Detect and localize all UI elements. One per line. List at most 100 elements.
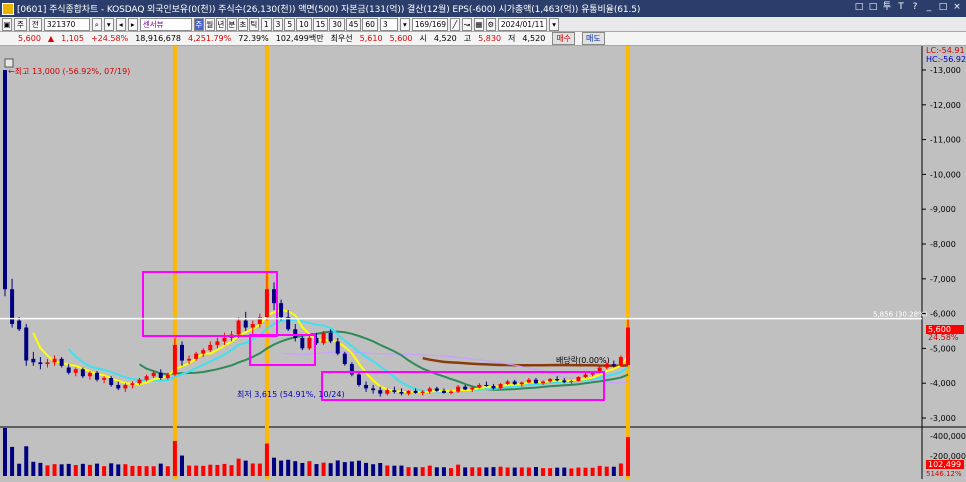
interval-button-5[interactable]: 5 — [284, 17, 296, 31]
interval-button-45[interactable]: 45 — [345, 17, 362, 31]
chevron-down-icon[interactable]: ▾ — [103, 17, 114, 31]
volume-bar — [130, 465, 135, 476]
volume-bar — [484, 467, 489, 476]
dropdown-icon[interactable]: ▾ — [399, 17, 410, 31]
window-button-4[interactable]: ? — [910, 2, 920, 13]
volume-bar — [59, 464, 64, 476]
volume-bar — [399, 465, 404, 476]
count-field[interactable]: 169/169 — [411, 17, 448, 31]
interval-input[interactable]: 3 — [379, 17, 398, 31]
period-tab-2[interactable]: 년 — [215, 17, 226, 31]
volume-bar — [102, 466, 107, 476]
interval-button-15[interactable]: 15 — [312, 17, 329, 31]
candle-body — [201, 350, 206, 354]
period-tabs: 주월년분초틱 — [193, 17, 259, 31]
prev-stock-icon[interactable]: ◂ — [115, 17, 126, 31]
volume-bar — [463, 467, 468, 476]
candle-body — [406, 390, 411, 394]
window-button-1[interactable]: □ — [868, 2, 878, 13]
buy-button[interactable]: 매수 — [552, 32, 576, 45]
period-tab-0[interactable]: 주 — [193, 17, 204, 31]
volume-bar — [279, 460, 284, 476]
y-tick-label: -3,000 — [930, 414, 956, 423]
volume-bar — [491, 467, 496, 476]
candle-body — [208, 344, 213, 351]
candle-body — [505, 381, 510, 384]
period-tab-5[interactable]: 틱 — [248, 17, 259, 31]
window-button-3[interactable]: T — [896, 2, 906, 13]
candle-body — [392, 390, 397, 392]
volume-bar — [590, 467, 595, 476]
market-scope-select[interactable]: 전 — [28, 17, 42, 31]
volume-bar — [52, 464, 57, 476]
volume-bar — [66, 463, 71, 476]
volume-bar — [441, 467, 446, 476]
volume: 18,916,678 — [135, 34, 181, 43]
menu-icon[interactable]: ▣ — [2, 17, 12, 31]
turnover-rate: 72.39% — [238, 34, 269, 43]
next-stock-icon[interactable]: ▸ — [127, 17, 138, 31]
search-icon[interactable]: ⌕ — [91, 17, 102, 31]
app-icon — [2, 2, 14, 15]
candle-body — [38, 362, 43, 365]
period-tab-3[interactable]: 분 — [226, 17, 237, 31]
window-button-0[interactable]: □ — [854, 2, 864, 13]
y-tick-label: -10,000 — [930, 170, 961, 179]
stock-code-input[interactable]: 321370 — [43, 17, 90, 31]
candle-body — [66, 367, 71, 373]
candle-body — [52, 358, 57, 363]
interval-button-3[interactable]: 3 — [272, 17, 284, 31]
grid-icon[interactable]: ▦ — [473, 17, 484, 31]
candle-body — [17, 320, 22, 330]
candle-body — [158, 372, 163, 378]
candle-body — [59, 358, 64, 366]
volume-bar — [314, 464, 319, 476]
window-button-6[interactable]: □ — [938, 2, 948, 13]
candle-body — [102, 377, 107, 380]
volume-bar — [413, 467, 418, 476]
candle-body — [626, 327, 630, 366]
date-field[interactable]: 2024/01/11 — [497, 17, 548, 31]
volume-bar — [144, 466, 149, 476]
interval-button-60[interactable]: 60 — [362, 17, 378, 31]
volume-bar — [548, 468, 553, 476]
sell-button[interactable]: 매도 — [582, 32, 605, 45]
candle-body — [165, 374, 170, 378]
volume-bar — [533, 467, 538, 476]
candle-body — [187, 358, 192, 361]
interval-button-30[interactable]: 30 — [329, 17, 345, 31]
settings-icon[interactable]: ⚙ — [485, 17, 496, 31]
window-button-2[interactable]: 투 — [882, 2, 892, 13]
stock-name-field[interactable]: 센서뷰 — [139, 17, 192, 31]
window-button-5[interactable]: _ — [924, 2, 934, 13]
chart-area[interactable]: 5,856 (30.28%) ←최고 13,000 (-56.92%, 07/1… — [0, 46, 966, 479]
candle-body — [364, 384, 369, 389]
interval-button-10[interactable]: 10 — [296, 17, 312, 31]
price-info-bar: 5,600 ▲ 1,105 +24.58% 18,916,678 4,251.7… — [0, 32, 966, 46]
period-tab-1[interactable]: 월 — [204, 17, 215, 31]
volume-bar — [519, 467, 524, 476]
current-price: 5,600 — [18, 34, 41, 43]
volume-bar — [434, 467, 439, 476]
window-button-7[interactable]: × — [952, 2, 962, 13]
line-tool-icon[interactable]: ╱ — [449, 17, 460, 31]
candle-body — [555, 379, 560, 381]
candle-body — [548, 379, 553, 382]
dividend-annotation: 배당락(0.00%) — [556, 355, 610, 365]
volume-bar — [229, 465, 234, 476]
period-tab-4[interactable]: 초 — [237, 17, 248, 31]
volume-bar — [222, 463, 227, 476]
calendar-icon[interactable]: ▾ — [549, 17, 560, 31]
volume-bar — [307, 461, 312, 476]
volume-bar — [335, 460, 340, 476]
volume-bar — [45, 465, 50, 476]
candlestick-chart[interactable]: 5,856 (30.28%) ←최고 13,000 (-56.92%, 07/1… — [0, 46, 966, 479]
volume-bar — [179, 455, 184, 476]
candle-body — [541, 381, 546, 384]
candle-body — [378, 390, 383, 394]
volume-bar — [356, 460, 361, 476]
draw-tool-icon[interactable]: ↝ — [461, 17, 472, 31]
interval-button-1[interactable]: 1 — [260, 17, 272, 31]
volume-bar — [321, 462, 326, 476]
market-select[interactable]: 주 — [14, 17, 27, 31]
